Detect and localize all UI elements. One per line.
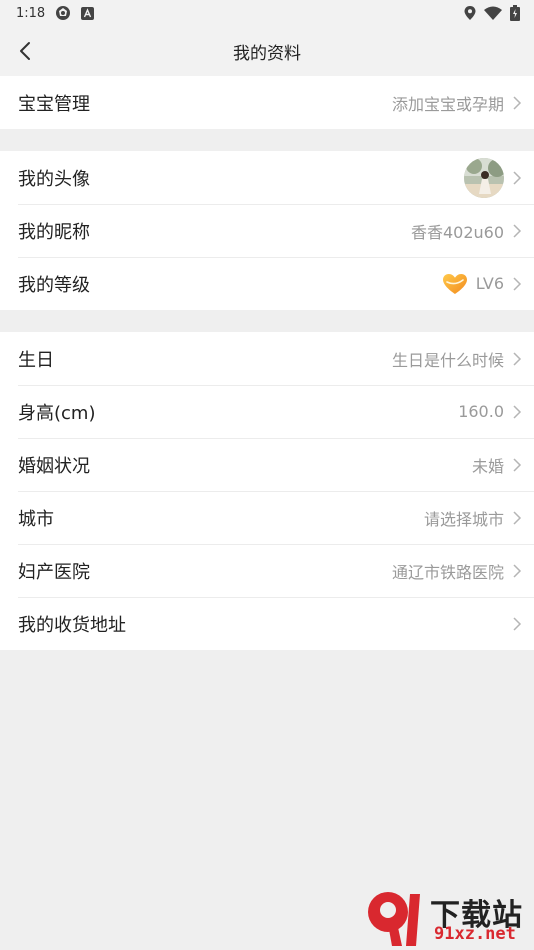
status-time: 1:18 bbox=[16, 5, 46, 21]
chevron-right-icon bbox=[513, 510, 522, 525]
chevron-right-icon bbox=[513, 170, 522, 185]
row-label: 身高(cm) bbox=[18, 402, 96, 424]
row-value: LV6 bbox=[475, 274, 504, 293]
section-profile: 我的头像 我的昵称 香香402u60 我的等级 LV6 bbox=[0, 151, 534, 310]
row-right: 通辽市铁路医院 bbox=[392, 559, 522, 583]
row-right: 添加宝宝或孕期 bbox=[392, 91, 522, 115]
status-bar: 1:18 bbox=[0, 0, 534, 26]
row-label: 婚姻状况 bbox=[18, 455, 90, 477]
status-right bbox=[464, 5, 520, 21]
row-label: 妇产医院 bbox=[18, 561, 90, 583]
app-notification-icon bbox=[81, 6, 95, 20]
row-right: LV6 bbox=[442, 273, 522, 295]
row-value: 添加宝宝或孕期 bbox=[391, 94, 504, 114]
chevron-right-icon bbox=[513, 95, 522, 110]
back-button[interactable] bbox=[10, 36, 40, 66]
row-nickname[interactable]: 我的昵称 香香402u60 bbox=[0, 204, 534, 257]
vpn-icon bbox=[56, 6, 71, 20]
avatar bbox=[464, 157, 504, 198]
row-label: 我的收货地址 bbox=[18, 614, 126, 636]
row-right bbox=[464, 157, 522, 198]
row-value: 请选择城市 bbox=[423, 509, 504, 529]
chevron-right-icon bbox=[513, 457, 522, 472]
row-avatar[interactable]: 我的头像 bbox=[0, 151, 534, 204]
row-label: 城市 bbox=[18, 508, 54, 530]
row-right: 请选择城市 bbox=[424, 506, 522, 530]
nav-bar: 我的资料 bbox=[0, 26, 534, 76]
section-details: 生日 生日是什么时候 身高(cm) 160.0 婚姻状况 未婚 城市 请选择城市… bbox=[0, 332, 534, 650]
chevron-right-icon bbox=[513, 616, 522, 631]
section-divider bbox=[0, 129, 534, 151]
watermark: 下载站 91xz.net bbox=[358, 888, 530, 948]
chevron-right-icon bbox=[513, 351, 522, 366]
status-left: 1:18 bbox=[16, 5, 95, 21]
row-height[interactable]: 身高(cm) 160.0 bbox=[0, 385, 534, 438]
wifi-icon bbox=[484, 6, 502, 20]
back-arrow-icon bbox=[20, 42, 30, 60]
row-right: 160.0 bbox=[458, 402, 522, 421]
section-divider bbox=[0, 310, 534, 332]
row-value: 未婚 bbox=[471, 456, 504, 476]
row-label: 我的等级 bbox=[18, 274, 90, 296]
section-baby: 宝宝管理 添加宝宝或孕期 bbox=[0, 76, 534, 129]
row-right: 香香402u60 bbox=[411, 219, 522, 243]
row-city[interactable]: 城市 请选择城市 bbox=[0, 491, 534, 544]
row-level[interactable]: 我的等级 LV6 bbox=[0, 257, 534, 310]
row-value: 香香402u60 bbox=[410, 222, 504, 242]
battery-icon bbox=[510, 5, 520, 21]
chevron-right-icon bbox=[513, 563, 522, 578]
watermark-logo-icon bbox=[368, 892, 420, 946]
heart-level-icon bbox=[442, 273, 467, 294]
row-marital-status[interactable]: 婚姻状况 未婚 bbox=[0, 438, 534, 491]
location-icon bbox=[464, 6, 476, 20]
watermark-site: 91xz.net bbox=[434, 924, 516, 944]
row-shipping-address[interactable]: 我的收货地址 bbox=[0, 597, 534, 650]
row-baby-management[interactable]: 宝宝管理 添加宝宝或孕期 bbox=[0, 76, 534, 129]
row-right: 未婚 bbox=[472, 453, 522, 477]
row-right bbox=[504, 616, 522, 632]
row-label: 生日 bbox=[18, 349, 54, 371]
row-value: 通辽市铁路医院 bbox=[391, 562, 504, 582]
chevron-right-icon bbox=[513, 276, 522, 291]
row-value: 生日是什么时候 bbox=[391, 350, 504, 370]
chevron-right-icon bbox=[513, 223, 522, 238]
page-title: 我的资料 bbox=[233, 43, 301, 64]
row-label: 我的昵称 bbox=[18, 221, 90, 243]
row-value: 160.0 bbox=[458, 402, 504, 421]
chevron-right-icon bbox=[513, 404, 522, 419]
row-label: 宝宝管理 bbox=[18, 93, 90, 115]
row-label: 我的头像 bbox=[18, 168, 90, 190]
row-birthday[interactable]: 生日 生日是什么时候 bbox=[0, 332, 534, 385]
row-right: 生日是什么时候 bbox=[392, 347, 522, 371]
row-hospital[interactable]: 妇产医院 通辽市铁路医院 bbox=[0, 544, 534, 597]
